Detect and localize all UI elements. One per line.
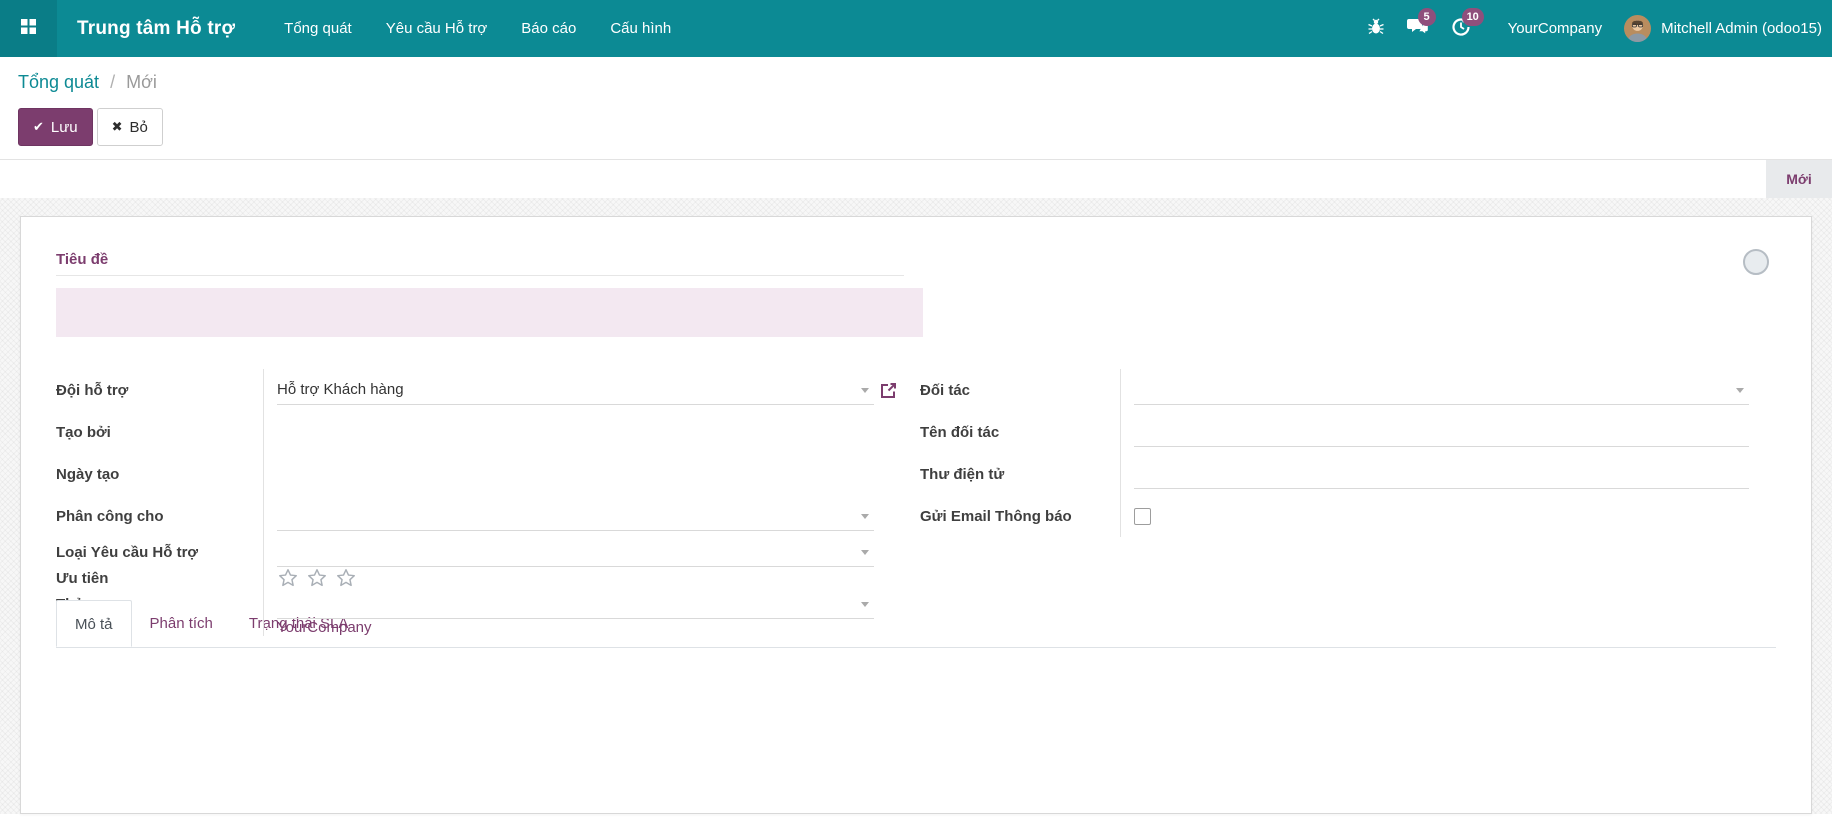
field-ticket-type — [263, 537, 920, 567]
external-link-icon[interactable] — [880, 382, 897, 399]
menu-item-yeu-cau-ho-tro[interactable]: Yêu cầu Hỗ trợ — [369, 0, 505, 57]
partner-name-input[interactable] — [1134, 417, 1749, 447]
field-label-partner-name: Tên đối tác — [920, 423, 1000, 441]
caret-down-icon[interactable] — [861, 549, 869, 555]
field-partner-name — [1120, 411, 1749, 453]
user-name: Mitchell Admin (odoo15) — [1661, 20, 1822, 37]
activities-count-badge: 10 — [1461, 8, 1484, 26]
app-title[interactable]: Trung tâm Hỗ trợ — [57, 0, 253, 57]
activities-button[interactable]: 10 — [1440, 0, 1484, 57]
menu-item-bao-cao[interactable]: Báo cáo — [504, 0, 593, 57]
breadcrumb-separator: / — [110, 72, 116, 92]
avatar — [1624, 15, 1652, 42]
breadcrumb: Tổng quát / Mới — [18, 72, 1816, 93]
caret-down-icon[interactable] — [1736, 387, 1744, 393]
discard-button[interactable]: ✖ Bỏ — [96, 108, 163, 146]
tab-content-description[interactable] — [56, 648, 1776, 708]
tags-select[interactable] — [277, 589, 874, 619]
email-input[interactable] — [1134, 459, 1749, 489]
company-value-link[interactable]: YourCompany — [277, 619, 372, 636]
systray: 5 10 YourCompany Mitchell Admin (odoo15) — [1356, 0, 1832, 57]
field-label-email: Thư điện tử — [920, 465, 1005, 483]
breadcrumb-current: Mới — [126, 72, 157, 92]
field-email — [1120, 453, 1749, 495]
apps-grid-icon — [21, 19, 36, 38]
apps-menu-button[interactable] — [0, 0, 57, 57]
discard-button-label: Bỏ — [129, 118, 148, 136]
group-left: Đội hỗ trợ Hỗ trợ Khách hàng Tạo bởi Ngà… — [56, 369, 920, 636]
field-label-created-date: Ngày tạo — [56, 465, 120, 483]
send-email-checkbox[interactable] — [1134, 507, 1151, 525]
field-label-assigned-to: Phân công cho — [56, 507, 164, 525]
check-icon: ✔ — [33, 119, 44, 134]
breadcrumb-parent[interactable]: Tổng quát — [18, 72, 99, 92]
field-label-created-by: Tạo bởi — [56, 423, 111, 441]
field-tags — [263, 589, 920, 619]
field-partner — [1120, 369, 1749, 411]
field-label-ticket-type: Loại Yêu cầu Hỗ trợ — [56, 543, 199, 561]
group-right: Đối tác Tên đối tác Thư điện tử Gửi Emai… — [920, 369, 1749, 574]
stage-button-moi[interactable]: Mới — [1766, 160, 1832, 198]
tab-mo-ta[interactable]: Mô tả — [56, 600, 132, 647]
field-team: Hỗ trợ Khách hàng — [263, 369, 920, 411]
team-select[interactable]: Hỗ trợ Khách hàng — [277, 375, 874, 405]
star-outline-icon[interactable] — [335, 567, 357, 589]
field-company: YourCompany — [263, 619, 920, 636]
field-priority — [263, 567, 920, 589]
field-groups: Đội hỗ trợ Hỗ trợ Khách hàng Tạo bởi Ngà… — [56, 369, 1776, 636]
caret-down-icon[interactable] — [861, 513, 869, 519]
star-outline-icon[interactable] — [277, 567, 299, 589]
field-send-email-notification — [1120, 495, 1749, 537]
partner-select[interactable] — [1134, 375, 1749, 405]
ticket-type-select[interactable] — [277, 537, 874, 567]
caret-down-icon[interactable] — [861, 387, 869, 393]
kanban-state-indicator[interactable] — [1743, 249, 1769, 275]
close-icon: ✖ — [111, 119, 123, 134]
field-label-priority: Ưu tiên — [56, 569, 109, 587]
save-button-label: Lưu — [50, 118, 78, 136]
messages-button[interactable]: 5 — [1396, 0, 1440, 57]
caret-down-icon[interactable] — [861, 601, 869, 607]
tab-phan-tich[interactable]: Phân tích — [132, 600, 231, 647]
team-value: Hỗ trợ Khách hàng — [277, 381, 404, 398]
menu-item-tong-quat[interactable]: Tổng quát — [267, 0, 369, 57]
field-label-partner: Đối tác — [920, 381, 971, 399]
star-outline-icon[interactable] — [306, 567, 328, 589]
field-label-team: Đội hỗ trợ — [56, 381, 129, 399]
field-label-send-email-notification: Gửi Email Thông báo — [920, 507, 1072, 525]
bug-icon — [1367, 18, 1385, 40]
control-panel: Tổng quát / Mới ✔ Lưu ✖ Bỏ — [0, 57, 1832, 159]
form-view-background: Tiêu đề Đội hỗ trợ Hỗ trợ Khách hàng Tạo… — [0, 198, 1832, 814]
field-created-by — [263, 411, 920, 453]
form-sheet: Tiêu đề Đội hỗ trợ Hỗ trợ Khách hàng Tạo… — [20, 216, 1812, 814]
debug-button[interactable] — [1356, 0, 1396, 57]
menu-item-cau-hinh[interactable]: Cấu hình — [593, 0, 688, 57]
company-switcher[interactable]: YourCompany — [1508, 20, 1603, 37]
main-menu: Tổng quát Yêu cầu Hỗ trợ Báo cáo Cấu hìn… — [267, 0, 688, 57]
field-created-date — [263, 453, 920, 495]
title-field-label: Tiêu đề — [56, 251, 109, 268]
title-input[interactable] — [56, 288, 923, 337]
field-assigned-to — [263, 495, 920, 537]
title-underline — [56, 275, 904, 276]
assigned-to-select[interactable] — [277, 501, 874, 531]
form-action-buttons: ✔ Lưu ✖ Bỏ — [18, 108, 1816, 146]
priority-widget — [277, 567, 357, 589]
save-button[interactable]: ✔ Lưu — [18, 108, 93, 146]
top-navbar: Trung tâm Hỗ trợ Tổng quát Yêu cầu Hỗ tr… — [0, 0, 1832, 57]
messages-count-badge: 5 — [1417, 8, 1436, 26]
statusbar: Mới — [0, 159, 1832, 198]
user-menu[interactable]: Mitchell Admin (odoo15) — [1624, 15, 1822, 42]
